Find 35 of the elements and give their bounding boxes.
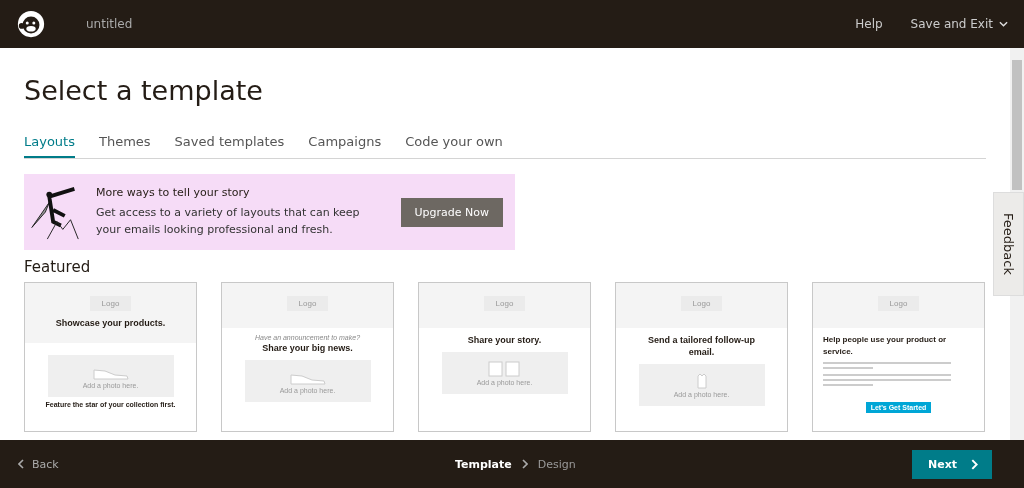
template-tab[interactable]: Campaigns (308, 134, 382, 158)
logo-placeholder: Logo (89, 296, 132, 311)
logo-placeholder: Logo (877, 296, 920, 311)
next-button[interactable]: Next (911, 449, 992, 479)
template-title: Share your big news. (261, 342, 354, 354)
chevron-right-icon (971, 458, 978, 470)
logo-placeholder: Logo (286, 296, 329, 311)
template-tab[interactable]: Saved templates (174, 134, 285, 158)
feedback-tab[interactable]: Feedback (993, 192, 1024, 296)
section-title: Featured (24, 258, 92, 276)
template-title: Showcase your products. (54, 317, 167, 329)
upgrade-button[interactable]: Upgrade Now (400, 197, 503, 227)
step-label: Design (537, 457, 576, 471)
template-tab[interactable]: Themes (98, 134, 151, 158)
help-link[interactable]: Help (855, 17, 883, 31)
banner-text: Get access to a variety of layouts that can keep your emails looking professional and fresh. (96, 205, 361, 238)
monkey-logo-icon[interactable] (16, 9, 46, 39)
back-button[interactable]: Back (18, 457, 59, 471)
chevron-right-icon (521, 459, 528, 469)
scrollbar-thumb[interactable] (1012, 60, 1022, 190)
template-title: Help people use your product or service. (823, 334, 948, 358)
chevron-down-icon (999, 21, 1008, 27)
step-label: Template (455, 457, 512, 471)
page-title: Select a template (24, 75, 264, 106)
photos-icon (486, 360, 523, 377)
document-title: untitled (86, 17, 133, 31)
template-tab[interactable]: Layouts (24, 134, 75, 158)
logo-placeholder: Logo (680, 296, 723, 311)
chevron-left-icon (18, 459, 24, 469)
save-and-exit-menu[interactable]: Save and Exit (910, 17, 1008, 31)
template-tab[interactable]: Code your own (405, 134, 503, 158)
banner-title: More ways to tell your story (96, 186, 251, 199)
template-title: Send a tailored follow-up email. (647, 334, 756, 358)
template-title: Share your story. (466, 334, 543, 346)
logo-placeholder: Logo (483, 296, 526, 311)
